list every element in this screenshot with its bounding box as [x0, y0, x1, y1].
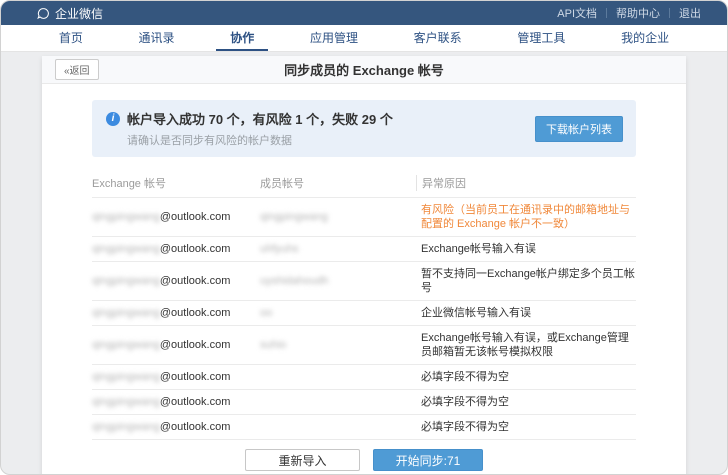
tab-home[interactable]: 首页	[45, 25, 97, 51]
tab-my-company[interactable]: 我的企业	[607, 25, 683, 51]
divider	[606, 8, 607, 18]
main-nav: 首页 通讯录 协作 应用管理 客户联系 管理工具 我的企业	[1, 25, 727, 52]
chat-bubble-icon	[37, 7, 50, 20]
table-row: qingpingwang@outlook.com suhio Exchange帐…	[92, 326, 636, 365]
error-reason-cell: 必填字段不得为空	[416, 370, 636, 384]
redacted-username: qingpingwang	[92, 243, 160, 255]
app-window: 企业微信 API文档 帮助中心 退出 首页 通讯录 协作 应用管理 客户联系 管…	[0, 0, 728, 475]
redacted-member-account: uhfyuhs	[260, 243, 299, 255]
logout-link[interactable]: 退出	[679, 5, 701, 21]
table-row: qingpingwang@outlook.com 必填字段不得为空	[92, 365, 636, 390]
member-account-cell: uhfyuhs	[260, 242, 416, 256]
tab-customer-contact[interactable]: 客户联系	[400, 25, 476, 51]
footer-actions: 重新导入 开始同步:71	[92, 449, 636, 471]
error-reason-cell: 企业微信帐号输入有误	[416, 306, 636, 320]
error-reason-cell: Exchange帐号输入有误	[416, 242, 636, 256]
exchange-account-cell: qingpingwang@outlook.com	[92, 395, 260, 409]
table-header-row: Exchange 帐号 成员帐号 异常原因	[92, 169, 636, 198]
redacted-username: qingpingwang	[92, 307, 160, 319]
col-header-member-account: 成员帐号	[260, 175, 416, 191]
import-summary-box: i 帐户导入成功 70 个，有风险 1 个，失败 29 个 请确认是否同步有风险…	[92, 100, 636, 157]
app-logo[interactable]: 企业微信	[37, 5, 103, 22]
email-domain: @outlook.com	[160, 421, 230, 433]
exchange-account-cell: qingpingwang@outlook.com	[92, 338, 260, 352]
table-row: qingpingwang@outlook.com oo 企业微信帐号输入有误	[92, 301, 636, 326]
tab-collaboration[interactable]: 协作	[216, 25, 268, 51]
email-domain: @outlook.com	[160, 339, 230, 351]
tab-admin-tools[interactable]: 管理工具	[503, 25, 579, 51]
email-domain: @outlook.com	[160, 371, 230, 383]
email-domain: @outlook.com	[160, 275, 230, 287]
col-header-error-reason: 异常原因	[416, 175, 636, 191]
table-row: qingpingwang@outlook.com qingpingwang 有风…	[92, 198, 636, 237]
error-reason-cell: Exchange帐号输入有误，或Exchange管理员邮箱暂无该帐号模拟权限	[416, 331, 636, 359]
card-header: «返回 同步成员的 Exchange 帐号	[42, 56, 686, 84]
redacted-username: qingpingwang	[92, 371, 160, 383]
error-reason-cell: 有风险（当前员工在通讯录中的邮箱地址与配置的 Exchange 帐户不一致）	[416, 203, 636, 231]
exchange-account-cell: qingpingwang@outlook.com	[92, 210, 260, 224]
email-domain: @outlook.com	[160, 307, 230, 319]
help-center-link[interactable]: 帮助中心	[616, 5, 660, 21]
sync-result-table: Exchange 帐号 成员帐号 异常原因 qingpingwang@outlo…	[92, 169, 636, 440]
redacted-username: qingpingwang	[92, 421, 160, 433]
divider	[669, 8, 670, 18]
table-row: qingpingwang@outlook.com uyshidahoudh 暂不…	[92, 262, 636, 301]
reimport-button[interactable]: 重新导入	[245, 449, 360, 471]
table-row: qingpingwang@outlook.com 必填字段不得为空	[92, 390, 636, 415]
sync-result-card: «返回 同步成员的 Exchange 帐号 i 帐户导入成功 70 个，有风险 …	[42, 56, 686, 475]
member-account-cell: uyshidahoudh	[260, 274, 416, 288]
tab-app-management[interactable]: 应用管理	[296, 25, 372, 51]
redacted-member-account: qingpingwang	[260, 211, 328, 223]
error-reason-cell: 必填字段不得为空	[416, 420, 636, 434]
topbar-links: API文档 帮助中心 退出	[557, 5, 701, 21]
card-body: i 帐户导入成功 70 个，有风险 1 个，失败 29 个 请确认是否同步有风险…	[42, 100, 686, 471]
redacted-member-account: suhio	[260, 339, 286, 351]
exchange-account-cell: qingpingwang@outlook.com	[92, 420, 260, 434]
error-reason-cell: 暂不支持同一Exchange帐户绑定多个员工帐号	[416, 267, 636, 295]
redacted-member-account: oo	[260, 307, 272, 319]
redacted-username: qingpingwang	[92, 211, 160, 223]
email-domain: @outlook.com	[160, 396, 230, 408]
table-body: qingpingwang@outlook.com qingpingwang 有风…	[92, 198, 636, 440]
topbar: 企业微信 API文档 帮助中心 退出	[1, 1, 727, 25]
exchange-account-cell: qingpingwang@outlook.com	[92, 242, 260, 256]
page-title: 同步成员的 Exchange 帐号	[42, 60, 686, 79]
email-domain: @outlook.com	[160, 243, 230, 255]
member-account-cell: suhio	[260, 338, 416, 352]
redacted-username: qingpingwang	[92, 339, 160, 351]
app-logo-label: 企业微信	[55, 5, 103, 22]
col-header-exchange-account: Exchange 帐号	[92, 175, 260, 191]
table-row: qingpingwang@outlook.com uhfyuhs Exchang…	[92, 237, 636, 262]
exchange-account-cell: qingpingwang@outlook.com	[92, 274, 260, 288]
download-account-list-button[interactable]: 下载帐户列表	[535, 116, 623, 142]
table-row: qingpingwang@outlook.com 必填字段不得为空	[92, 415, 636, 440]
start-sync-button[interactable]: 开始同步:71	[373, 449, 483, 471]
redacted-username: qingpingwang	[92, 396, 160, 408]
exchange-account-cell: qingpingwang@outlook.com	[92, 306, 260, 320]
exchange-account-cell: qingpingwang@outlook.com	[92, 370, 260, 384]
tab-contacts[interactable]: 通讯录	[125, 25, 189, 51]
redacted-member-account: uyshidahoudh	[260, 275, 329, 287]
email-domain: @outlook.com	[160, 211, 230, 223]
api-docs-link[interactable]: API文档	[557, 5, 597, 21]
summary-title: 帐户导入成功 70 个，有风险 1 个，失败 29 个	[127, 109, 393, 128]
content-area: «返回 同步成员的 Exchange 帐号 i 帐户导入成功 70 个，有风险 …	[1, 52, 727, 475]
error-reason-cell: 必填字段不得为空	[416, 395, 636, 409]
member-account-cell: qingpingwang	[260, 210, 416, 224]
info-icon: i	[106, 112, 120, 126]
redacted-username: qingpingwang	[92, 275, 160, 287]
member-account-cell: oo	[260, 306, 416, 320]
